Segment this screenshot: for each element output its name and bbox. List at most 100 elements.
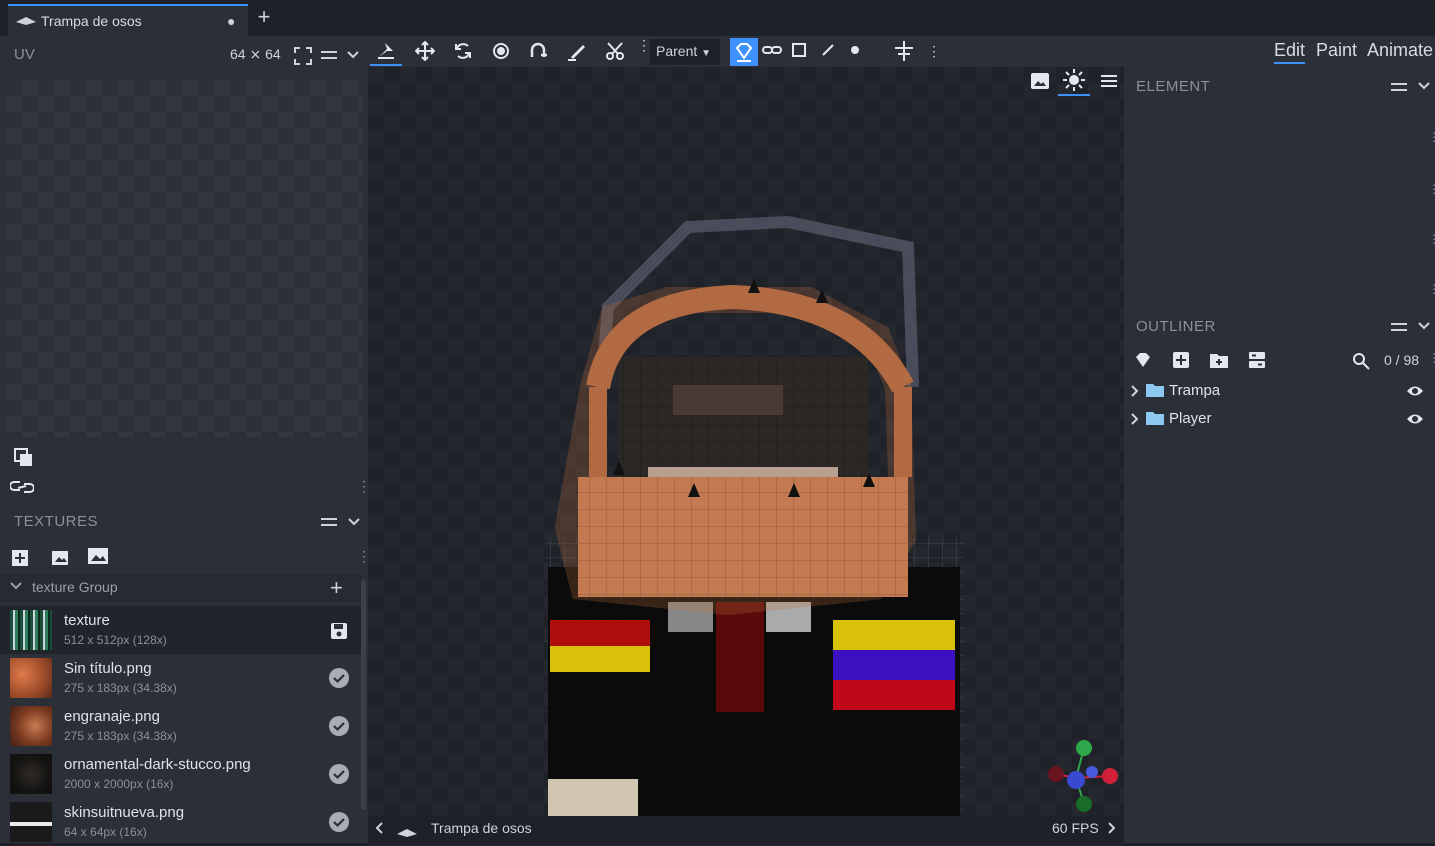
parent-select[interactable]: Parent ▼ [650, 39, 720, 65]
panel-menu-icon[interactable] [1390, 81, 1408, 93]
chevron-down-icon: ▼ [701, 48, 712, 59]
overflow-menu-icon[interactable]: ⋮ [1428, 282, 1435, 296]
panel-menu-icon[interactable] [320, 49, 338, 61]
link-mode-icon[interactable] [762, 42, 782, 58]
outliner-item-name: Player [1169, 410, 1212, 427]
fullscreen-icon[interactable] [294, 47, 312, 65]
check-circle-icon [329, 764, 349, 784]
overflow-menu-icon[interactable]: ⋮ [1428, 232, 1435, 246]
chevron-down-icon[interactable] [10, 582, 22, 590]
outliner-group[interactable]: Trampa [1126, 377, 1432, 405]
texture-name: texture [64, 612, 110, 629]
viewport-menu-icon[interactable] [1100, 74, 1118, 88]
uv-panel-title: UV [14, 46, 35, 63]
texture-dimensions: 275 x 183px (34.38x) [64, 681, 177, 695]
mirror-modeling-icon[interactable] [892, 40, 916, 62]
overflow-menu-icon[interactable]: ⋮ [1428, 130, 1435, 144]
mode-tab-edit[interactable]: Edit [1274, 40, 1306, 64]
texture-group-header[interactable]: texture Group + [0, 574, 362, 602]
overflow-menu-icon[interactable]: ⋮ [1428, 351, 1435, 365]
panel-menu-icon[interactable] [320, 516, 338, 528]
texture-name: ornamental-dark-stucco.png [64, 756, 251, 773]
viewport-model-name: Trampa de osos [431, 820, 532, 836]
pivot-icon[interactable] [485, 36, 517, 66]
texture-item[interactable]: texture 512 x 512px (128x) [0, 606, 362, 654]
texture-item[interactable]: Sin título.png 275 x 183px (34.38x) [0, 654, 362, 702]
texture-thumbnail [10, 658, 52, 698]
texture-dimensions: 64 x 64px (16x) [64, 825, 147, 839]
check-circle-icon [329, 716, 349, 736]
add-group-icon[interactable] [1209, 351, 1229, 369]
image-icon[interactable] [1030, 72, 1050, 90]
3d-viewport[interactable] [368, 67, 1124, 816]
chevron-left-icon[interactable] [374, 821, 384, 835]
add-cube-icon[interactable] [1133, 351, 1153, 369]
textures-panel-title: TEXTURES [14, 513, 99, 530]
mode-tab-paint[interactable]: Paint [1316, 40, 1357, 61]
outliner-group[interactable]: Player [1126, 405, 1432, 433]
new-tab-button[interactable]: + [254, 6, 274, 30]
chevron-right-icon[interactable] [1130, 412, 1140, 426]
texture-thumbnail [10, 754, 52, 794]
right-sidebar [1124, 67, 1435, 843]
search-icon[interactable] [1352, 352, 1370, 370]
project-tab[interactable]: Trampa de osos ● [8, 4, 248, 36]
model-icon [16, 16, 36, 26]
move-tool-icon[interactable] [370, 36, 402, 66]
add-texture-icon[interactable] [11, 547, 31, 567]
chevron-right-icon[interactable] [1130, 384, 1140, 398]
texture-item[interactable]: ornamental-dark-stucco.png 2000 x 2000px… [0, 750, 362, 798]
add-element-icon[interactable] [1172, 351, 1190, 369]
eye-icon[interactable] [1406, 412, 1424, 426]
copy-icon[interactable] [14, 448, 34, 468]
unsaved-indicator[interactable]: ● [227, 13, 235, 29]
vertex-mode-icon[interactable] [850, 45, 860, 55]
texture-dimensions: 275 x 183px (34.38x) [64, 729, 177, 743]
texture-name: engranaje.png [64, 708, 160, 725]
translate-icon[interactable] [409, 36, 441, 66]
folder-icon [1146, 383, 1164, 397]
texture-dimensions: 512 x 512px (128x) [64, 633, 167, 647]
rotate-icon[interactable] [447, 36, 479, 66]
save-icon[interactable] [330, 622, 348, 640]
chevron-down-icon[interactable] [347, 517, 361, 527]
chevron-down-icon[interactable] [346, 50, 360, 60]
edge-mode-icon[interactable] [820, 42, 836, 58]
parent-select-value: Parent [656, 43, 698, 59]
texture-name: skinsuitnueva.png [64, 804, 185, 821]
model-render [368, 67, 1124, 816]
chevron-down-icon[interactable] [1417, 321, 1431, 331]
axis-gizmo[interactable] [1046, 738, 1124, 814]
outliner-count: 0 / 98 [1384, 352, 1420, 368]
lighting-icon[interactable] [1058, 68, 1090, 96]
knife-icon[interactable] [599, 36, 631, 66]
texture-group-label: texture Group [32, 579, 118, 595]
chevron-down-icon[interactable] [1417, 81, 1431, 91]
chevron-right-icon[interactable] [1107, 821, 1117, 835]
texture-thumbnail [10, 706, 52, 746]
mode-tab-animate[interactable]: Animate [1367, 40, 1433, 61]
face-mode-icon[interactable] [791, 42, 807, 58]
import-texture-icon[interactable] [50, 547, 70, 567]
uv-size-readout[interactable]: 64 ⨯ 64 [230, 46, 281, 63]
texture-gallery-icon[interactable] [87, 547, 109, 567]
model-icon [397, 828, 417, 838]
vertex-snap-icon[interactable] [561, 36, 593, 66]
add-icon[interactable]: + [330, 575, 343, 601]
check-circle-icon [329, 812, 349, 832]
collapse-all-icon[interactable] [1248, 351, 1266, 369]
texture-item[interactable]: skinsuitnueva.png 64 x 64px (16x) [0, 798, 362, 846]
link-icon[interactable] [10, 478, 34, 496]
panel-menu-icon[interactable] [1390, 321, 1408, 333]
fps-counter: 60 FPS [1052, 820, 1099, 836]
overflow-menu-icon[interactable]: ⋮ [927, 43, 941, 60]
overflow-menu-icon[interactable]: ⋮ [637, 38, 651, 52]
resize-icon[interactable] [523, 36, 555, 66]
overflow-menu-icon[interactable]: ⋮ [1428, 182, 1435, 196]
texture-item[interactable]: engranaje.png 275 x 183px (34.38x) [0, 702, 362, 750]
textures-scrollbar[interactable] [361, 580, 366, 810]
uv-editor-canvas[interactable] [6, 80, 363, 437]
object-mode-icon[interactable] [730, 38, 758, 66]
check-circle-icon [329, 668, 349, 688]
eye-icon[interactable] [1406, 384, 1424, 398]
